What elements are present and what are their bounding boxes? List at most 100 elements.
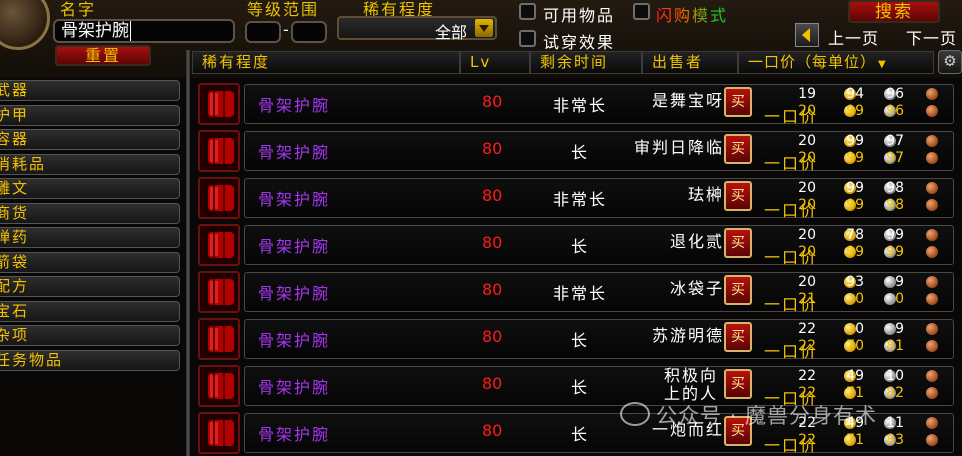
seller-name: 积极向上的人 <box>663 367 718 403</box>
category-item[interactable]: 杂项 <box>0 325 180 346</box>
item-icon[interactable] <box>198 130 240 172</box>
auction-row[interactable]: 骨架护腕 80 非常长 是舞宝呀买一口价 19 94 96 20 99 96 <box>198 82 962 126</box>
usable-items-checkbox[interactable] <box>519 3 536 20</box>
category-item[interactable]: 容器 <box>0 129 180 150</box>
time-left: 长 <box>570 378 589 397</box>
category-item[interactable]: 箭袋 <box>0 251 180 273</box>
copper-coin-icon <box>926 88 938 100</box>
buy-button[interactable]: 买 <box>724 369 752 399</box>
buyout-silver-amount: 99 <box>846 150 864 166</box>
level-range-label: 等级范围 <box>247 0 320 19</box>
bid-copper-amount: 96 <box>886 86 904 102</box>
item-name: 骨架护腕 <box>258 96 331 115</box>
dropdown-arrow-icon[interactable] <box>475 19 493 37</box>
prev-page-label: 上一页 <box>828 29 880 48</box>
watermark: 公众号 · 魔兽分身有术 <box>620 400 877 430</box>
name-input[interactable]: 骨架护腕 <box>53 19 235 43</box>
item-icon[interactable] <box>198 365 240 407</box>
column-header-rarity[interactable]: 稀有程度 <box>192 51 460 74</box>
reset-button[interactable]: 重置 <box>55 45 151 66</box>
buyout-copper-amount: 96 <box>886 103 904 119</box>
buyout-copper-amount: 82 <box>886 385 904 401</box>
column-header-seller[interactable]: 出售者 <box>642 51 738 74</box>
buyout-silver-amount: 70 <box>846 338 864 354</box>
bid-gold-amount: 20 <box>798 180 816 196</box>
category-item[interactable]: 弹药 <box>0 227 180 248</box>
buy-button[interactable]: 买 <box>724 87 752 117</box>
item-level: 80 <box>482 233 503 252</box>
try-on-checkbox[interactable] <box>519 30 536 47</box>
item-level: 80 <box>482 92 503 111</box>
buyout-gold-amount: 20 <box>798 103 816 119</box>
bid-copper-amount: 97 <box>886 133 904 149</box>
buyout-silver-amount: 99 <box>846 103 864 119</box>
category-item[interactable]: 护甲 <box>0 104 180 126</box>
buyout-copper-amount: 81 <box>886 338 904 354</box>
category-label: 箭袋 <box>0 252 30 271</box>
buyout-gold-amount: 22 <box>798 432 816 448</box>
item-name: 骨架护腕 <box>258 284 331 303</box>
bid-silver-amount: 94 <box>846 86 864 102</box>
buyout-gold-amount: 20 <box>798 197 816 213</box>
flash-mode-checkbox[interactable] <box>633 3 650 20</box>
auction-row[interactable]: 骨架护腕 80 非常长 珐榊买一口价 20 99 98 20 99 98 <box>198 176 962 220</box>
item-name: 骨架护腕 <box>258 190 331 209</box>
category-item[interactable]: 消耗品 <box>0 153 180 175</box>
buy-button[interactable]: 买 <box>724 134 752 164</box>
name-label: 名字 <box>60 0 97 19</box>
category-label: 护甲 <box>0 105 30 124</box>
portrait-icon <box>0 0 50 50</box>
column-header-price[interactable]: 一口价（每单位） ▼ <box>738 51 934 74</box>
copper-coin-icon <box>926 387 938 399</box>
copper-coin-icon <box>926 246 938 258</box>
buyout-gold-amount: 20 <box>798 150 816 166</box>
item-icon[interactable] <box>198 177 240 219</box>
item-icon[interactable] <box>198 83 240 125</box>
arrow-left-icon <box>802 28 810 42</box>
buy-button[interactable]: 买 <box>724 275 752 305</box>
buyout-silver-amount: 99 <box>846 197 864 213</box>
item-icon[interactable] <box>198 412 240 454</box>
buyout-copper-amount: 83 <box>886 432 904 448</box>
auction-row[interactable]: 骨架护腕 80 非常长 冰袋子买一口价 20 93 9 21 0 0 <box>198 270 962 314</box>
rarity-dropdown[interactable]: 全部 <box>337 16 497 42</box>
level-min-input[interactable] <box>245 21 281 43</box>
auction-row[interactable]: 骨架护腕 80 长退化贰买一口价 20 78 99 20 99 99 <box>198 223 962 267</box>
copper-coin-icon <box>926 370 938 382</box>
level-max-input[interactable] <box>291 21 327 43</box>
copper-coin-icon <box>926 105 938 117</box>
bid-gold-amount: 22 <box>798 368 816 384</box>
item-level: 80 <box>482 280 503 299</box>
category-item[interactable]: 配方 <box>0 276 180 297</box>
copper-coin-icon <box>926 434 938 446</box>
column-header-time[interactable]: 剩余时间 <box>530 51 642 74</box>
buy-button[interactable]: 买 <box>724 181 752 211</box>
gear-icon[interactable]: ⚙ <box>938 50 962 74</box>
item-icon[interactable] <box>198 224 240 266</box>
search-button[interactable]: 搜索 <box>848 0 940 23</box>
buy-button[interactable]: 买 <box>724 228 752 258</box>
item-level: 80 <box>482 374 503 393</box>
copper-coin-icon <box>926 276 938 288</box>
category-item[interactable]: 商货 <box>0 202 180 224</box>
auction-row[interactable]: 骨架护腕 80 长审判日降临买一口价 20 99 97 20 99 97 <box>198 129 962 173</box>
buyout-gold-amount: 20 <box>798 244 816 260</box>
column-header-lv[interactable]: Lv <box>460 51 530 74</box>
category-item[interactable]: 宝石 <box>0 300 180 322</box>
item-icon[interactable] <box>198 271 240 313</box>
buyout-copper-amount: 98 <box>886 197 904 213</box>
rarity-selected: 全部 <box>434 23 467 42</box>
item-icon[interactable] <box>198 318 240 360</box>
buyout-silver-amount: 99 <box>846 244 864 260</box>
category-label: 商货 <box>0 203 30 222</box>
buyout-silver-amount: 71 <box>846 432 864 448</box>
auction-row[interactable]: 骨架护腕 80 长苏游明德买一口价 22 0 9 22 70 81 <box>198 317 962 361</box>
sort-arrow-icon: ▼ <box>878 59 887 70</box>
divider <box>186 50 190 456</box>
category-item[interactable]: 武器 <box>0 80 180 101</box>
prev-page-button[interactable] <box>795 23 819 47</box>
copper-coin-icon <box>926 152 938 164</box>
category-item[interactable]: 雕文 <box>0 178 180 199</box>
buy-button[interactable]: 买 <box>724 322 752 352</box>
category-item[interactable]: 任务物品 <box>0 349 180 371</box>
